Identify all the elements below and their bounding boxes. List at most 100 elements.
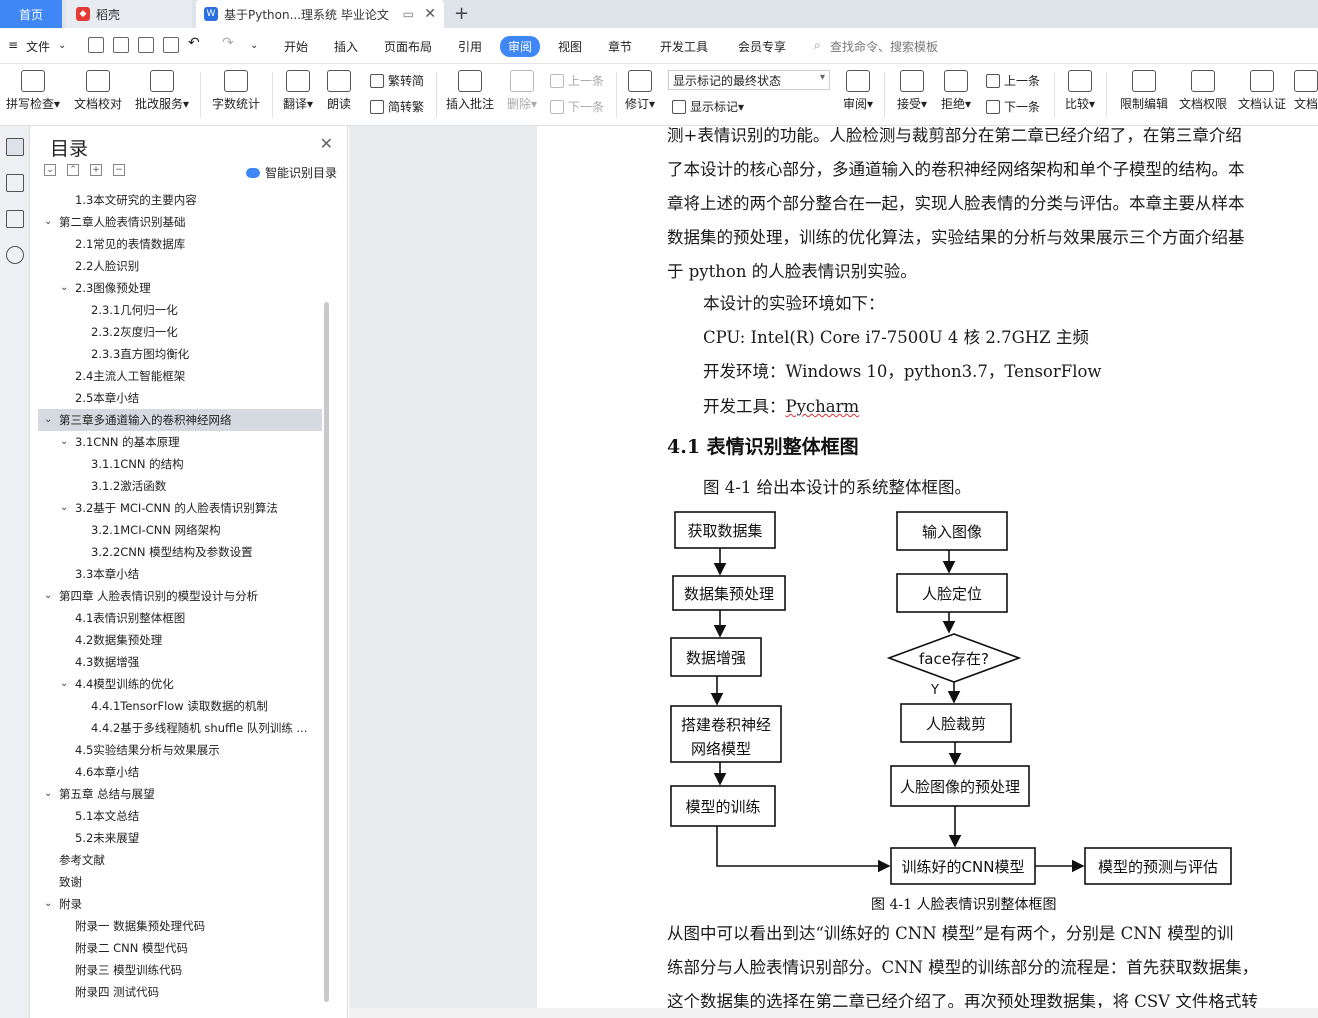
batch-service-button[interactable]: 批改服务▾ — [132, 70, 192, 112]
expand-caret-icon[interactable]: ⌄ — [60, 431, 70, 453]
expand-caret-icon[interactable]: ⌄ — [60, 277, 70, 299]
reject-button[interactable]: 拒绝▾ — [938, 70, 974, 112]
toc-item[interactable]: ⌄ 第五章 总结与展望 — [38, 783, 322, 805]
toc-item[interactable]: 3.1.2激活函数 — [38, 475, 322, 497]
toc-item[interactable]: ⌄ 第三章多通道输入的卷积神经网络 — [38, 409, 322, 431]
expand-all-icon[interactable]: ⌃ — [67, 164, 79, 176]
doc-rights-button[interactable]: 文档权限 — [1177, 70, 1229, 112]
toc-item[interactable]: ⌄ 3.1CNN 的基本原理 — [38, 431, 322, 453]
export-pdf-icon[interactable] — [113, 37, 129, 53]
toc-item[interactable]: ⌄ 第四章 人脸表情识别的模型设计与分析 — [38, 585, 322, 607]
toc-item[interactable]: 5.1本文总结 — [38, 805, 322, 827]
toc-item[interactable]: 4.2数据集预处理 — [38, 629, 322, 651]
simp-to-trad-button[interactable]: 简转繁 — [370, 98, 424, 115]
review-pane-button[interactable]: 审阅▾ — [840, 70, 876, 112]
command-search[interactable]: 查找命令、搜索模板 — [830, 38, 938, 55]
toc-item[interactable]: 2.2人脸识别 — [38, 255, 322, 277]
expand-caret-icon[interactable]: ⌄ — [60, 497, 70, 519]
restore-icon[interactable]: ▭ — [403, 7, 414, 21]
toc-item[interactable]: 2.3.3直方图均衡化 — [38, 343, 322, 365]
toc-item[interactable]: 4.1表情识别整体框图 — [38, 607, 322, 629]
bookmark-icon[interactable] — [6, 210, 24, 228]
toc-item[interactable]: 3.2.2CNN 模型结构及参数设置 — [38, 541, 322, 563]
menu-start[interactable]: 开始 — [284, 38, 308, 55]
markup-mode-select[interactable]: 显示标记的最终状态 — [668, 70, 830, 90]
toc-item[interactable]: ⌄ 4.4模型训练的优化 — [38, 673, 322, 695]
redo-icon[interactable]: ↷ — [222, 35, 234, 51]
track-changes-button[interactable]: 修订▾ — [622, 70, 658, 112]
trad-to-simp-button[interactable]: 繁转简 — [370, 72, 424, 89]
smart-toc-button[interactable]: 智能识别目录 — [245, 164, 337, 181]
next-change-button[interactable]: 下一条 — [986, 98, 1040, 115]
tab-daoke[interactable]: ◆ 稻壳 — [66, 0, 192, 28]
toc-item[interactable]: 附录四 测试代码 — [38, 981, 322, 1003]
toc-item[interactable]: 2.3.2灰度归一化 — [38, 321, 322, 343]
menu-page-layout[interactable]: 页面布局 — [384, 38, 432, 55]
expand-caret-icon[interactable]: ⌄ — [60, 673, 70, 695]
toc-scrollbar[interactable] — [324, 302, 329, 1002]
toc-item[interactable]: 参考文献 — [38, 849, 322, 871]
doc-proof-button[interactable]: 文档校对 — [72, 70, 124, 112]
expand-caret-icon[interactable]: ⌄ — [44, 211, 54, 233]
undo-icon[interactable]: ↶ — [188, 35, 200, 51]
toc-item[interactable]: 2.3.1几何归一化 — [38, 299, 322, 321]
insert-comment-button[interactable]: 插入批注 — [444, 70, 496, 112]
toc-item[interactable]: 致谢 — [38, 871, 322, 893]
menu-view[interactable]: 视图 — [558, 38, 582, 55]
restrict-edit-button[interactable]: 限制编辑 — [1118, 70, 1170, 112]
toc-item[interactable]: 2.1常见的表情数据库 — [38, 233, 322, 255]
show-markup-button[interactable]: 显示标记 ▾ — [672, 98, 744, 115]
prev-change-button[interactable]: 上一条 — [986, 72, 1040, 89]
tab-home[interactable]: 首页 — [0, 0, 62, 28]
search-icon[interactable]: ⌕ — [814, 38, 821, 53]
toc-item[interactable]: 4.6本章小结 — [38, 761, 322, 783]
toc-item[interactable]: ⌄ 第二章人脸表情识别基础 — [38, 211, 322, 233]
quick-access-more-icon[interactable]: ⌄ — [250, 40, 258, 51]
toc-item[interactable]: 3.2.1MCI-CNN 网络架构 — [38, 519, 322, 541]
next-comment-button[interactable]: 下一条 — [550, 98, 604, 115]
menu-dev-tools[interactable]: 开发工具 — [660, 38, 708, 55]
demote-icon[interactable]: − — [113, 164, 125, 176]
print-preview-icon[interactable] — [163, 37, 179, 53]
expand-caret-icon[interactable]: ⌄ — [44, 893, 54, 915]
toc-item[interactable]: 附录一 数据集预处理代码 — [38, 915, 322, 937]
prev-comment-button[interactable]: 上一条 — [550, 72, 604, 89]
document-page[interactable]: 测+表情识别的功能。人脸检测与裁剪部分在第二章已经介绍了，在第三章介绍 了本设计的… — [537, 126, 1318, 1018]
menu-reference[interactable]: 引用 — [458, 38, 482, 55]
promote-icon[interactable]: + — [90, 164, 102, 176]
close-icon[interactable]: ✕ — [320, 134, 333, 153]
print-icon[interactable] — [138, 37, 154, 53]
expand-caret-icon[interactable]: ⌄ — [44, 409, 54, 431]
toc-item[interactable]: ⌄ 2.3图像预处理 — [38, 277, 322, 299]
toc-item[interactable]: 附录二 CNN 模型代码 — [38, 937, 322, 959]
toc-item[interactable]: 4.4.1TensorFlow 读取数据的机制 — [38, 695, 322, 717]
tab-document[interactable]: W 基于Python...理系统 毕业论文 ▭ ✕ — [196, 0, 444, 28]
search-icon[interactable] — [6, 246, 24, 264]
read-aloud-button[interactable]: 朗读 — [324, 70, 354, 112]
toc-icon[interactable] — [6, 138, 24, 156]
chevron-down-icon[interactable]: ⌄ — [58, 40, 66, 51]
new-tab-icon[interactable]: + — [454, 3, 469, 24]
toc-item[interactable]: 4.3数据增强 — [38, 651, 322, 673]
expand-caret-icon[interactable]: ⌄ — [44, 585, 54, 607]
doc-certify-button[interactable]: 文档认证 — [1236, 70, 1288, 112]
toc-item[interactable]: 5.2未来展望 — [38, 827, 322, 849]
compare-button[interactable]: 比较▾ — [1062, 70, 1098, 112]
toc-item[interactable]: 4.5实验结果分析与效果展示 — [38, 739, 322, 761]
expand-caret-icon[interactable]: ⌄ — [44, 783, 54, 805]
menu-insert[interactable]: 插入 — [334, 38, 358, 55]
toc-item[interactable]: ⌄ 3.2基于 MCI-CNN 的人脸表情识别算法 — [38, 497, 322, 519]
navigation-icon[interactable] — [6, 174, 24, 192]
word-count-button[interactable]: 字数统计 — [210, 70, 262, 112]
accept-button[interactable]: 接受▾ — [894, 70, 930, 112]
toc-item[interactable]: ⌄ 附录 — [38, 893, 322, 915]
toc-item[interactable]: 3.3本章小结 — [38, 563, 322, 585]
toc-item[interactable]: 3.1.1CNN 的结构 — [38, 453, 322, 475]
menu-file[interactable]: 文件 — [26, 38, 50, 55]
menu-review[interactable]: 审阅 — [500, 36, 541, 57]
toc-item[interactable]: 附录三 模型训练代码 — [38, 959, 322, 981]
toc-item[interactable]: 2.4主流人工智能框架 — [38, 365, 322, 387]
translate-button[interactable]: 翻译▾ — [280, 70, 316, 112]
doc-more-button[interactable]: 文档 — [1294, 70, 1318, 112]
toc-item[interactable]: 4.4.2基于多线程随机 shuffle 队列训练 ... — [38, 717, 322, 739]
